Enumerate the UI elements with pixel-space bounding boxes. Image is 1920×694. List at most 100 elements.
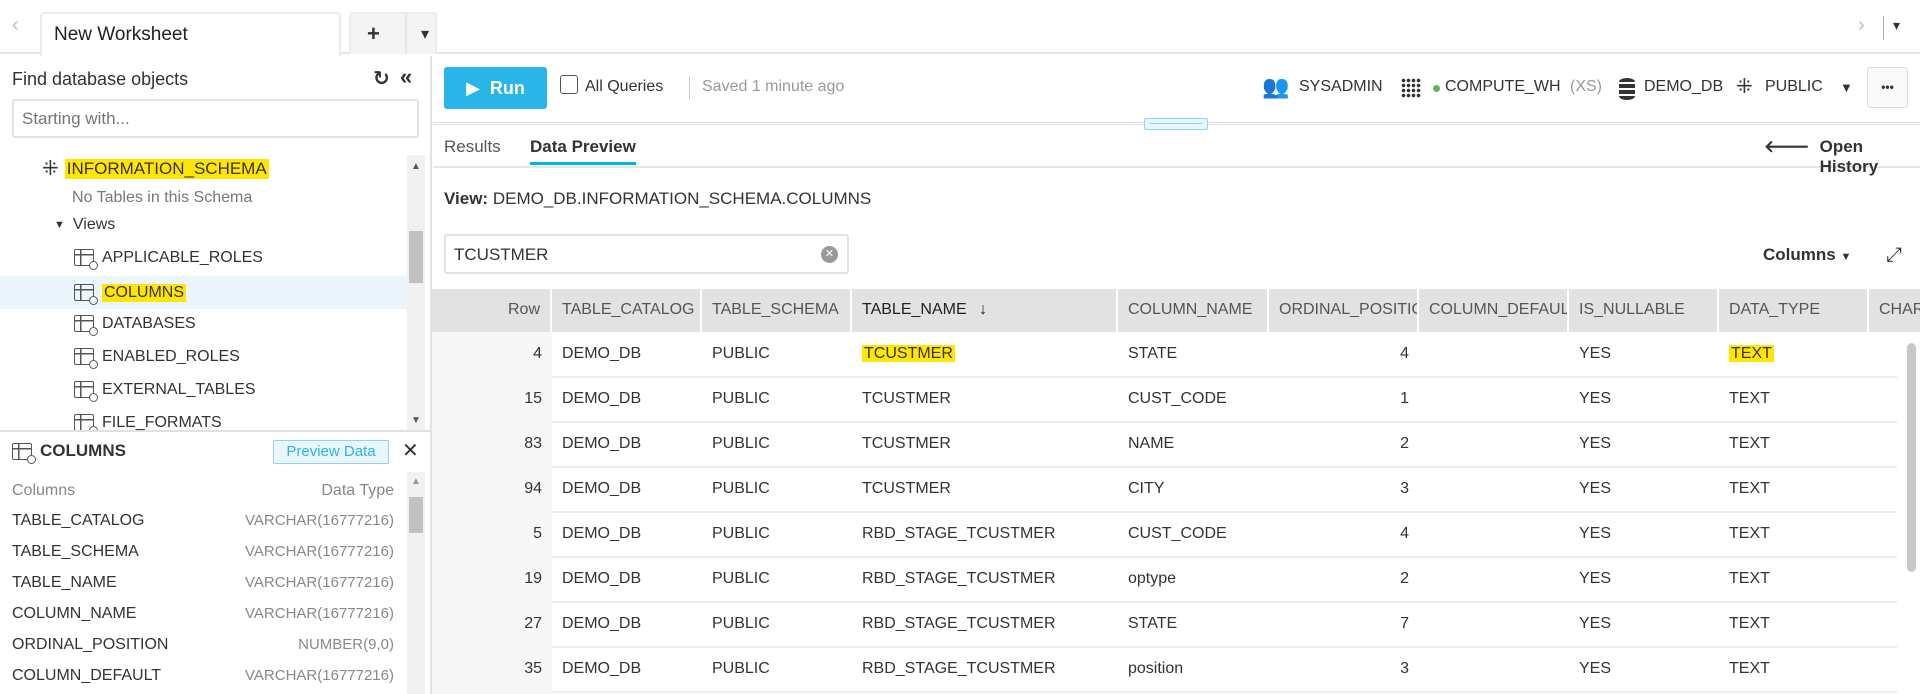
more-options-button[interactable]: ••• (1867, 67, 1908, 108)
table-cell[interactable] (1419, 332, 1569, 376)
table-cell[interactable]: DEMO_DB (552, 512, 702, 556)
table-cell[interactable]: PUBLIC (702, 377, 852, 421)
expand-icon[interactable]: ⤢ (1886, 244, 1902, 267)
table-cell[interactable]: 5 (432, 512, 552, 556)
column-header[interactable]: TABLE_SCHEMA (702, 289, 852, 332)
table-cell[interactable]: TCUSTMER (852, 422, 1118, 466)
table-cell[interactable]: YES (1569, 512, 1719, 556)
table-cell[interactable]: DEMO_DB (552, 557, 702, 601)
table-cell[interactable]: 19 (432, 557, 552, 601)
table-cell[interactable]: 15 (432, 377, 552, 421)
table-cell[interactable]: TEXT (1719, 557, 1869, 601)
table-cell[interactable]: YES (1569, 647, 1719, 691)
column-header[interactable]: COLUMN_DEFAULT (1419, 289, 1569, 332)
worksheet-menu-button[interactable]: ▾ (405, 14, 429, 54)
table-cell[interactable]: TCUSTMER (852, 467, 1118, 511)
table-cell[interactable]: 3 (1269, 467, 1419, 511)
collapse-panel-icon[interactable]: « (400, 64, 412, 90)
object-search-input[interactable] (12, 99, 419, 138)
column-header[interactable]: TABLE_CATALOG (552, 289, 702, 332)
tree-views-folder[interactable]: ▼ Views (54, 208, 432, 241)
table-cell[interactable]: CUST_CODE (1118, 377, 1269, 421)
table-cell[interactable]: CUST_CODE (1118, 512, 1269, 556)
table-cell[interactable]: RBD_STAGE_TCUSTMER (852, 647, 1118, 691)
table-cell[interactable]: TEXT (1719, 332, 1869, 376)
table-cell[interactable]: TEXT (1719, 377, 1869, 421)
table-cell[interactable]: 2 (1269, 422, 1419, 466)
tab-results[interactable]: Results (444, 137, 501, 157)
tree-scrollbar[interactable]: ▲ ▼ (407, 155, 425, 430)
tabs-scroll-left-icon[interactable]: ‹ (12, 14, 19, 37)
table-cell[interactable]: optype (1118, 557, 1269, 601)
table-cell[interactable]: 1 (1269, 377, 1419, 421)
table-cell[interactable]: 3 (1269, 647, 1419, 691)
run-button[interactable]: ▶ Run (444, 67, 547, 109)
context-dropdown-icon[interactable]: ▼ (1840, 80, 1853, 95)
table-cell[interactable]: 7 (1269, 602, 1419, 646)
table-cell[interactable]: 83 (432, 422, 552, 466)
table-cell[interactable] (1419, 647, 1569, 691)
table-cell[interactable]: YES (1569, 377, 1719, 421)
table-cell[interactable]: PUBLIC (702, 422, 852, 466)
scroll-up-icon[interactable]: ▲ (411, 161, 421, 172)
splitter-handle[interactable] (1144, 118, 1208, 130)
table-cell[interactable]: 35 (432, 647, 552, 691)
tree-view-item[interactable]: FILE_FORMATS (0, 406, 407, 430)
table-cell[interactable]: YES (1569, 332, 1719, 376)
preview-data-button[interactable]: Preview Data (273, 440, 389, 464)
table-cell[interactable]: PUBLIC (702, 602, 852, 646)
column-header[interactable]: CHARACTER_MAXIMUM_LENGTH (1869, 289, 1920, 332)
column-header[interactable]: DATA_TYPE (1719, 289, 1869, 332)
table-cell[interactable]: 4 (1269, 332, 1419, 376)
scrollbar-thumb[interactable] (409, 497, 423, 533)
table-cell[interactable]: RBD_STAGE_TCUSTMER (852, 512, 1118, 556)
table-cell[interactable]: TEXT (1719, 647, 1869, 691)
all-queries-checkbox[interactable] (560, 75, 578, 94)
table-cell[interactable]: PUBLIC (702, 332, 852, 376)
table-cell[interactable] (1419, 557, 1569, 601)
table-cell[interactable]: 4 (432, 332, 552, 376)
table-cell[interactable]: YES (1569, 557, 1719, 601)
table-cell[interactable]: PUBLIC (702, 512, 852, 556)
table-cell[interactable]: TEXT (1719, 422, 1869, 466)
tree-view-item-selected[interactable]: COLUMNS (0, 276, 407, 309)
table-cell[interactable]: DEMO_DB (552, 332, 702, 376)
table-cell[interactable]: PUBLIC (702, 557, 852, 601)
scrollbar-thumb[interactable] (409, 231, 423, 283)
tree-view-item[interactable]: DATABASES (0, 307, 407, 340)
table-cell[interactable]: TCUSTMER (852, 377, 1118, 421)
table-cell[interactable]: RBD_STAGE_TCUSTMER (852, 602, 1118, 646)
filter-input[interactable]: TCUSTMER ✕ (444, 234, 849, 274)
table-cell[interactable]: DEMO_DB (552, 647, 702, 691)
schema-selector[interactable]: PUBLIC (1765, 78, 1823, 96)
table-cell[interactable]: 4 (1269, 512, 1419, 556)
table-cell[interactable]: 27 (432, 602, 552, 646)
table-cell[interactable]: TCUSTMER (852, 332, 1118, 376)
column-header[interactable]: IS_NULLABLE (1569, 289, 1719, 332)
tab-new-worksheet[interactable]: New Worksheet (40, 12, 341, 56)
detail-scrollbar[interactable]: ▲ (407, 472, 425, 694)
table-cell[interactable]: YES (1569, 422, 1719, 466)
table-cell[interactable]: NAME (1118, 422, 1269, 466)
table-cell[interactable]: YES (1569, 467, 1719, 511)
add-worksheet-button[interactable]: + (367, 21, 380, 47)
tree-view-item[interactable]: APPLICABLE_ROLES (0, 241, 407, 274)
table-cell[interactable]: TEXT (1719, 467, 1869, 511)
tabs-scroll-right-icon[interactable]: › (1858, 14, 1865, 37)
close-detail-icon[interactable]: ✕ (402, 438, 419, 463)
table-cell[interactable]: RBD_STAGE_TCUSTMER (852, 557, 1118, 601)
table-cell[interactable]: TEXT (1719, 512, 1869, 556)
table-cell[interactable]: DEMO_DB (552, 602, 702, 646)
table-cell[interactable]: STATE (1118, 332, 1269, 376)
column-header[interactable]: COLUMN_NAME (1118, 289, 1269, 332)
role-selector[interactable]: SYSADMIN (1299, 78, 1383, 96)
columns-dropdown-button[interactable]: Columns ▼ (1763, 245, 1851, 265)
table-scrollbar[interactable] (1907, 343, 1916, 572)
table-cell[interactable]: DEMO_DB (552, 422, 702, 466)
scroll-up-icon[interactable]: ▲ (411, 476, 421, 487)
tree-view-item[interactable]: EXTERNAL_TABLES (0, 373, 407, 406)
clear-filter-icon[interactable]: ✕ (821, 246, 838, 263)
column-header[interactable]: Row (432, 289, 552, 332)
database-selector[interactable]: DEMO_DB (1644, 78, 1723, 96)
table-cell[interactable]: YES (1569, 602, 1719, 646)
